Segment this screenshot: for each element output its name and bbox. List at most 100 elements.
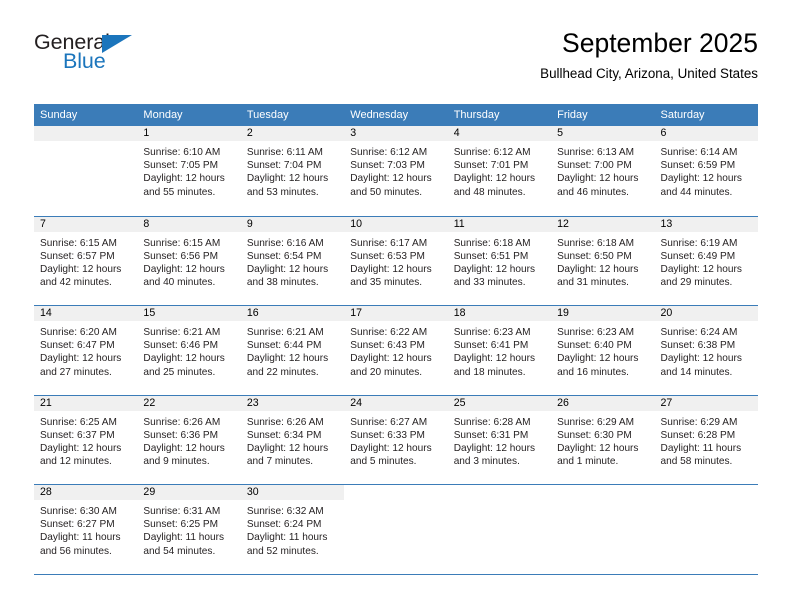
day-details	[655, 500, 758, 505]
daylight-text: Daylight: 11 hours	[246, 532, 328, 544]
day-details: Sunrise: 6:23 AM Sunset: 6:40 PM Daylight:…	[551, 321, 654, 379]
daylight-text: and 31 minutes.	[557, 277, 629, 289]
sunrise-text: Sunrise: 6:27 AM	[350, 416, 428, 428]
day-number	[34, 126, 138, 141]
daylight-text: Daylight: 12 hours	[557, 353, 639, 365]
day-cell-13[interactable]: 13 Sunrise: 6:19 AM Sunset: 6:49 PM Dayligh…	[654, 216, 758, 306]
day-cell-23[interactable]: 23 Sunrise: 6:26 AM Sunset: 6:34 PM Dayligh…	[240, 395, 345, 485]
day-cell-2[interactable]: 2 Sunrise: 6:11 AM Sunset: 7:04 PM Daylight…	[240, 126, 345, 216]
daylight-text: Daylight: 12 hours	[40, 353, 122, 365]
day-cell-5[interactable]: 5 Sunrise: 6:13 AM Sunset: 7:00 PM Daylight…	[551, 126, 655, 216]
daylight-text: and 52 minutes.	[246, 545, 319, 557]
daylight-text: Daylight: 12 hours	[246, 353, 329, 365]
day-cell-21[interactable]: 21 Sunrise: 6:25 AM Sunset: 6:37 PM Dayligh…	[34, 395, 138, 485]
title-block: September 2025 Bullhead City, Arizona, U…	[540, 28, 758, 82]
day-cell-4[interactable]: 4 Sunrise: 6:12 AM Sunset: 7:01 PM Daylight…	[447, 126, 552, 216]
day-cell-29[interactable]: 29 Sunrise: 6:31 AM Sunset: 6:25 PM Dayligh…	[137, 485, 241, 574]
day-cell-24[interactable]: 24 Sunrise: 6:27 AM Sunset: 6:33 PM Dayligh…	[344, 395, 448, 485]
day-number: 22	[137, 395, 241, 411]
sunset-text: Sunset: 6:36 PM	[143, 429, 219, 441]
sunset-text: Sunset: 6:50 PM	[557, 250, 632, 262]
day-cell-8[interactable]: 8 Sunrise: 6:15 AM Sunset: 6:56 PM Daylight…	[137, 216, 241, 306]
sunset-text: Sunset: 6:41 PM	[453, 340, 529, 352]
daylight-text: Daylight: 12 hours	[660, 353, 742, 365]
daylight-text: Daylight: 12 hours	[143, 263, 225, 275]
sunset-text: Sunset: 6:27 PM	[40, 519, 115, 531]
day-cell-empty	[448, 485, 551, 574]
day-cell-16[interactable]: 16 Sunrise: 6:21 AM Sunset: 6:44 PM Dayligh…	[240, 306, 345, 395]
daylight-text: Daylight: 12 hours	[660, 173, 742, 185]
day-cell-12[interactable]: 12 Sunrise: 6:18 AM Sunset: 6:50 PM Dayligh…	[551, 216, 655, 306]
sunrise-text: Sunrise: 6:11 AM	[246, 147, 323, 158]
day-cell-1[interactable]: 1 Sunrise: 6:10 AM Sunset: 7:05 PM Daylight…	[137, 126, 241, 216]
daylight-text: Daylight: 11 hours	[143, 532, 225, 544]
sunrise-text: Sunrise: 6:19 AM	[660, 237, 738, 249]
day-cell-17[interactable]: 17 Sunrise: 6:22 AM Sunset: 6:43 PM Dayligh…	[344, 306, 448, 395]
daylight-text: Daylight: 11 hours	[660, 442, 742, 454]
daylight-text: Daylight: 12 hours	[246, 173, 329, 185]
day-number: 17	[344, 306, 448, 321]
day-cell-7[interactable]: 7 Sunrise: 6:15 AM Sunset: 6:57 PM Daylight…	[34, 216, 138, 306]
sunset-text: Sunset: 6:40 PM	[557, 340, 632, 352]
day-cell-26[interactable]: 26 Sunrise: 6:29 AM Sunset: 6:30 PM Dayligh…	[551, 395, 655, 485]
daylight-text: Daylight: 12 hours	[350, 353, 432, 365]
sunset-text: Sunset: 6:46 PM	[143, 340, 219, 352]
day-details: Sunrise: 6:28 AM Sunset: 6:31 PM Daylight:…	[448, 411, 551, 469]
day-number: 23	[240, 395, 345, 411]
day-cell-9[interactable]: 9 Sunrise: 6:16 AM Sunset: 6:54 PM Daylight…	[240, 216, 345, 306]
day-number: 5	[551, 126, 655, 141]
day-cell-empty	[344, 485, 447, 574]
day-cell-28[interactable]: 28 Sunrise: 6:30 AM Sunset: 6:27 PM Dayligh…	[34, 485, 138, 574]
daylight-text: and 48 minutes.	[453, 186, 526, 198]
daylight-text: Daylight: 12 hours	[350, 442, 432, 454]
day-number: 15	[137, 306, 241, 321]
calendar-week-row: 28 Sunrise: 6:30 AM Sunset: 6:27 PM Dayligh…	[34, 484, 758, 574]
day-cell-6[interactable]: 6 Sunrise: 6:14 AM Sunset: 6:59 PM Daylight…	[654, 126, 758, 216]
daylight-text: Daylight: 11 hours	[40, 532, 121, 544]
day-details: Sunrise: 6:24 AM Sunset: 6:38 PM Daylight:…	[655, 321, 758, 379]
day-number: 2	[240, 126, 345, 141]
sunrise-text: Sunrise: 6:14 AM	[660, 147, 738, 158]
day-details: Sunrise: 6:15 AM Sunset: 6:57 PM Daylight:…	[34, 232, 137, 290]
daylight-text: and 5 minutes.	[350, 456, 417, 468]
sunset-text: Sunset: 6:56 PM	[143, 250, 219, 262]
sunrise-text: Sunrise: 6:28 AM	[453, 416, 531, 428]
daylight-text: Daylight: 12 hours	[453, 353, 536, 365]
sunset-text: Sunset: 6:44 PM	[246, 340, 322, 352]
sunset-text: Sunset: 6:43 PM	[350, 340, 425, 352]
day-cell-14[interactable]: 14 Sunrise: 6:20 AM Sunset: 6:47 PM Dayligh…	[34, 306, 138, 395]
general-blue-logo[interactable]: General Blue	[34, 31, 174, 80]
day-cell-3[interactable]: 3 Sunrise: 6:12 AM Sunset: 7:03 PM Daylight…	[344, 126, 448, 216]
day-details: Sunrise: 6:25 AM Sunset: 6:37 PM Daylight:…	[34, 411, 137, 469]
weekday-header-saturday: Saturday	[660, 109, 705, 121]
daylight-text: and 44 minutes.	[660, 186, 733, 198]
weekday-header-row: Sunday Monday Tuesday Wednesday Thursday Frid…	[34, 104, 758, 126]
day-cell-15[interactable]: 15 Sunrise: 6:21 AM Sunset: 6:46 PM Dayligh…	[137, 306, 241, 395]
day-cell-10[interactable]: 10 Sunrise: 6:17 AM Sunset: 6:53 PM Dayligh…	[344, 216, 448, 306]
day-number	[448, 485, 551, 500]
day-cell-22[interactable]: 22 Sunrise: 6:26 AM Sunset: 6:36 PM Dayligh…	[137, 395, 241, 485]
sunrise-text: Sunrise: 6:29 AM	[557, 416, 634, 428]
weekday-header-monday: Monday	[143, 109, 183, 121]
day-number: 10	[344, 216, 448, 232]
day-cell-20[interactable]: 20 Sunrise: 6:24 AM Sunset: 6:38 PM Dayligh…	[654, 306, 758, 395]
sunset-text: Sunset: 6:54 PM	[246, 250, 322, 262]
page-subtitle: Bullhead City, Arizona, United States	[540, 65, 758, 81]
daylight-text: and 25 minutes.	[143, 366, 216, 378]
sunrise-text: Sunrise: 6:30 AM	[40, 506, 117, 517]
day-number: 29	[137, 485, 241, 500]
sunrise-text: Sunrise: 6:21 AM	[246, 327, 324, 338]
daylight-text: and 53 minutes.	[246, 186, 319, 198]
day-cell-30[interactable]: 30 Sunrise: 6:32 AM Sunset: 6:24 PM Dayligh…	[240, 485, 345, 574]
calendar-week-row: 21 Sunrise: 6:25 AM Sunset: 6:37 PM Dayligh…	[34, 394, 758, 485]
day-cell-27[interactable]: 27 Sunrise: 6:29 AM Sunset: 6:28 PM Dayligh…	[654, 395, 758, 485]
day-cell-19[interactable]: 19 Sunrise: 6:23 AM Sunset: 6:40 PM Dayligh…	[551, 306, 655, 395]
day-cell-25[interactable]: 25 Sunrise: 6:28 AM Sunset: 6:31 PM Dayligh…	[447, 395, 552, 485]
daylight-text: and 58 minutes.	[660, 456, 733, 468]
sunrise-text: Sunrise: 6:24 AM	[660, 327, 738, 338]
day-cell-18[interactable]: 18 Sunrise: 6:23 AM Sunset: 6:41 PM Dayligh…	[447, 306, 552, 395]
daylight-text: and 22 minutes.	[246, 366, 319, 378]
day-details: Sunrise: 6:30 AM Sunset: 6:27 PM Daylight:…	[34, 500, 137, 558]
day-cell-11[interactable]: 11 Sunrise: 6:18 AM Sunset: 6:51 PM Dayligh…	[447, 216, 552, 306]
daylight-text: Daylight: 12 hours	[660, 263, 742, 275]
